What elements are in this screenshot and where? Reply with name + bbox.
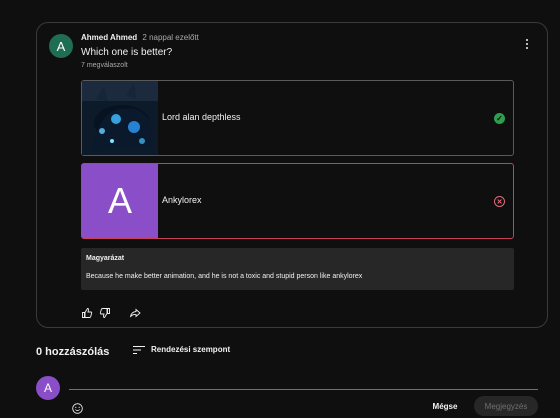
quiz-option-2[interactable]: A Ankylorex ✕ (81, 163, 514, 239)
quiz-question: Which one is better? (81, 47, 173, 58)
post-time[interactable]: 2 nappal ezelőtt (142, 33, 199, 42)
comment-input[interactable] (69, 376, 538, 389)
comment-input-underline (69, 389, 538, 390)
submit-comment-button[interactable]: Megjegyzés (474, 396, 538, 416)
author-avatar[interactable]: A (49, 34, 73, 58)
check-icon: ✓ (494, 113, 505, 124)
comments-count: 0 hozzászólás (36, 346, 110, 358)
more-options-icon[interactable] (525, 39, 529, 51)
answers-count: 7 megválaszolt (81, 62, 128, 69)
cross-icon: ✕ (494, 196, 505, 207)
quiz-option-1[interactable]: Lord alan depthless ✓ (81, 80, 514, 156)
user-avatar: A (36, 376, 60, 400)
share-icon[interactable] (129, 306, 141, 318)
option-2-thumbnail: A (82, 164, 158, 238)
explanation-title: Magyarázat (86, 255, 125, 262)
sort-icon (133, 346, 145, 354)
explanation-box: Magyarázat Because he make better animat… (81, 248, 514, 290)
option-1-label: Lord alan depthless (162, 112, 241, 122)
emoji-icon[interactable] (72, 401, 83, 414)
dislike-icon[interactable] (99, 306, 111, 318)
option-2-label: Ankylorex (162, 195, 202, 205)
author-name[interactable]: Ahmed Ahmed (81, 33, 137, 42)
like-icon[interactable] (81, 306, 93, 318)
sort-label: Rendezési szempont (151, 345, 231, 354)
quiz-post-card: A Ahmed Ahmed 2 nappal ezelőtt Which one… (36, 22, 548, 328)
explanation-text: Because he make better animation, and he… (86, 273, 363, 280)
option-1-thumbnail (82, 81, 158, 155)
post-header: Ahmed Ahmed 2 nappal ezelőtt (81, 33, 199, 42)
cancel-button[interactable]: Mégse (424, 396, 466, 416)
